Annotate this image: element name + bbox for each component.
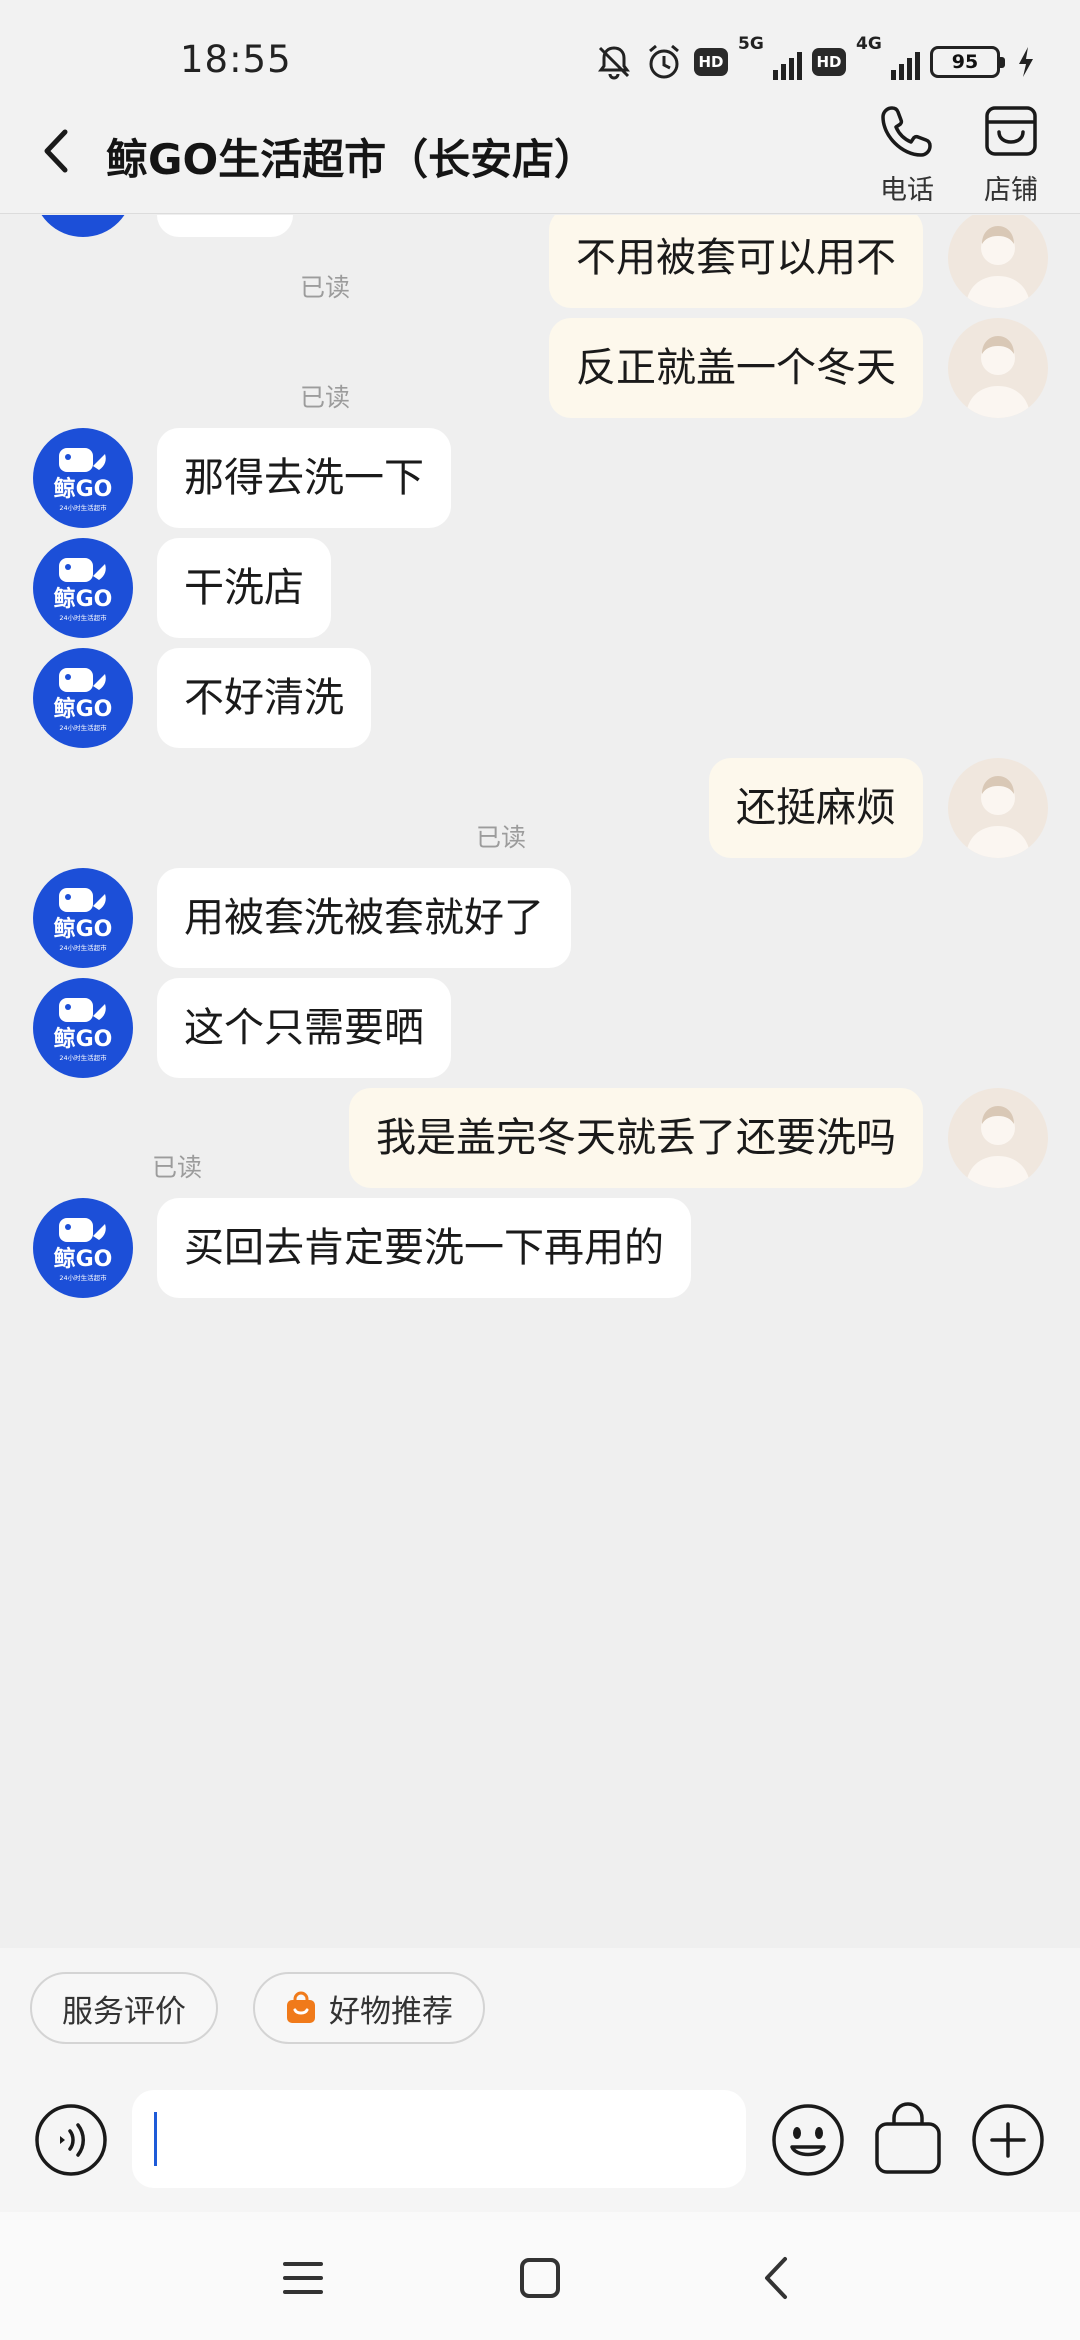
bot-logo-tagline: 24小时生活超市	[59, 503, 107, 512]
message-input[interactable]	[132, 2090, 746, 2188]
network-label-1: 5G	[738, 34, 764, 54]
status-bar: 18:55 HD 5G HD 4G 95	[0, 0, 1080, 96]
message-row: 鲸GO 24小时生活超市 用被套洗被套就好了	[0, 868, 1080, 968]
store-button[interactable]: 店铺	[966, 102, 1056, 212]
charging-icon	[1016, 45, 1036, 79]
voice-button[interactable]	[33, 2102, 109, 2178]
bot-logo-text: 鲸GO	[54, 696, 113, 722]
read-receipt: 已读	[151, 1153, 202, 1182]
read-receipt: 已读	[299, 273, 350, 302]
home-nav-button[interactable]	[508, 2246, 572, 2310]
user-avatar[interactable]	[948, 1088, 1048, 1188]
bot-logo-tagline: 24小时生活超市	[59, 943, 107, 952]
phone-label: 电话	[880, 175, 934, 206]
hd-icon: HD	[694, 48, 728, 76]
user-avatar[interactable]	[948, 215, 1048, 308]
hd-icon: HD	[812, 48, 846, 76]
product-button[interactable]	[870, 2102, 946, 2178]
store-icon	[985, 106, 1037, 156]
shop-avatar[interactable]: 鲸GO 24小时生活超市	[33, 1198, 133, 1298]
message-row: 鲸GO 24小时生活超市 干洗店	[0, 538, 1080, 638]
message-bubble[interactable]: 买回去肯定要洗一下再用的	[157, 1198, 691, 1298]
shop-avatar[interactable]: 鲸GO 24小时生活超市	[33, 428, 133, 528]
message-bubble[interactable]: 不好清洗	[157, 648, 371, 748]
system-nav-bar	[0, 2212, 1080, 2340]
shop-avatar[interactable]: 鲸GO 24小时生活超市	[33, 868, 133, 968]
text-cursor	[154, 2112, 157, 2166]
service-review-label: 服务评价	[62, 1993, 186, 2030]
recommend-button[interactable]: 好物推荐	[253, 1972, 485, 2044]
battery-icon: 95	[930, 46, 1005, 78]
emoji-icon	[772, 2104, 844, 2176]
page-title: 鲸GO生活超市（长安店）	[106, 135, 597, 184]
plus-icon	[972, 2104, 1044, 2176]
shopping-bag-outline-icon	[875, 2102, 941, 2174]
message-bubble[interactable]: 那得去洗一下	[157, 428, 451, 528]
bot-logo-text: 鲸GO	[54, 1246, 113, 1272]
menu-icon	[283, 2262, 323, 2294]
mute-icon	[594, 42, 634, 82]
shop-avatar[interactable]: 鲸GO 24小时生活超市	[33, 978, 133, 1078]
home-square-icon	[520, 2258, 560, 2298]
chevron-left-icon	[44, 129, 68, 173]
bot-logo-tagline: 24小时生活超市	[59, 613, 107, 622]
read-receipt: 已读	[475, 823, 526, 852]
chat-screen: 18:55 HD 5G HD 4G 95 鲸GO生活超市（长安店） 电话 店铺 …	[0, 0, 1080, 2340]
back-nav-button[interactable]	[744, 2246, 808, 2310]
message-bubble[interactable]: 不用被套可以用不	[549, 215, 923, 308]
message-row: 已读 反正就盖一个冬天	[0, 318, 1080, 418]
message-row: 鲸GO 24小时生活超市 那得去洗一下	[0, 428, 1080, 528]
phone-icon	[881, 106, 932, 157]
shop-avatar[interactable]: 鲸GO 24小时生活超市	[33, 538, 133, 638]
more-button[interactable]	[970, 2102, 1046, 2178]
message-bubble[interactable]: 干洗店	[157, 538, 331, 638]
service-review-button[interactable]: 服务评价	[30, 1972, 218, 2044]
message-bubble[interactable]: 还挺麻烦	[709, 758, 923, 858]
signal-icon: 4G	[856, 34, 920, 84]
message-row: 鲸GO 24小时生活超市 这个只需要晒	[0, 978, 1080, 1078]
menu-nav-button[interactable]	[271, 2246, 335, 2310]
network-label-2: 4G	[856, 34, 882, 54]
user-avatar[interactable]	[948, 318, 1048, 418]
shop-avatar[interactable]: 鲸GO 24小时生活超市	[33, 648, 133, 748]
message-bubble[interactable]: 用被套洗被套就好了	[157, 868, 571, 968]
read-receipt: 已读	[299, 383, 350, 412]
chat-header: 鲸GO生活超市（长安店） 电话 店铺	[0, 96, 1080, 214]
alarm-icon	[644, 42, 684, 82]
battery-level: 95	[951, 51, 979, 73]
input-bar	[0, 2080, 1080, 2212]
phone-button[interactable]: 电话	[862, 102, 952, 212]
status-icons: HD 5G HD 4G 95	[594, 34, 1036, 86]
quick-actions-bar: 服务评价 好物推荐	[0, 1948, 1080, 2080]
signal-icon: 5G	[738, 34, 802, 84]
bot-logo-text: 鲸GO	[54, 916, 113, 942]
back-arrow-icon	[765, 2257, 787, 2299]
bot-logo-tagline: 24小时生活超市	[59, 1053, 107, 1062]
bot-logo-text: 鲸GO	[54, 586, 113, 612]
message-bubble[interactable]: 我是盖完冬天就丢了还要洗吗	[349, 1088, 923, 1188]
bot-logo-text: 鲸GO	[54, 1026, 113, 1052]
status-time: 18:55	[180, 38, 292, 81]
message-bubble[interactable]: 反正就盖一个冬天	[549, 318, 923, 418]
message-row: 已读 我是盖完冬天就丢了还要洗吗	[0, 1088, 1080, 1188]
message-row: 鲸GO 24小时生活超市 不好清洗	[0, 648, 1080, 748]
voice-icon	[35, 2104, 107, 2176]
bot-logo-tagline: 24小时生活超市	[59, 1273, 107, 1282]
message-row: 鲸GO 24小时生活超市 买回去肯定要洗一下再用的	[0, 1198, 1080, 1298]
store-label: 店铺	[984, 175, 1038, 206]
message-row: 已读 还挺麻烦	[0, 758, 1080, 858]
emoji-button[interactable]	[770, 2102, 846, 2178]
bot-logo-tagline: 24小时生活超市	[59, 723, 107, 732]
user-avatar[interactable]	[948, 758, 1048, 858]
message-list[interactable]: 已读 不用被套可以用不 已读 反正就盖一个冬天 鲸GO 24小时生活超市 那得去洗…	[0, 215, 1080, 1948]
back-button[interactable]	[26, 116, 86, 186]
message-row: 已读 不用被套可以用不	[0, 215, 1080, 308]
recommend-label: 好物推荐	[329, 1993, 453, 2030]
shopping-bag-icon	[287, 1991, 315, 2023]
bot-logo-text: 鲸GO	[54, 476, 113, 502]
message-bubble[interactable]: 这个只需要晒	[157, 978, 451, 1078]
